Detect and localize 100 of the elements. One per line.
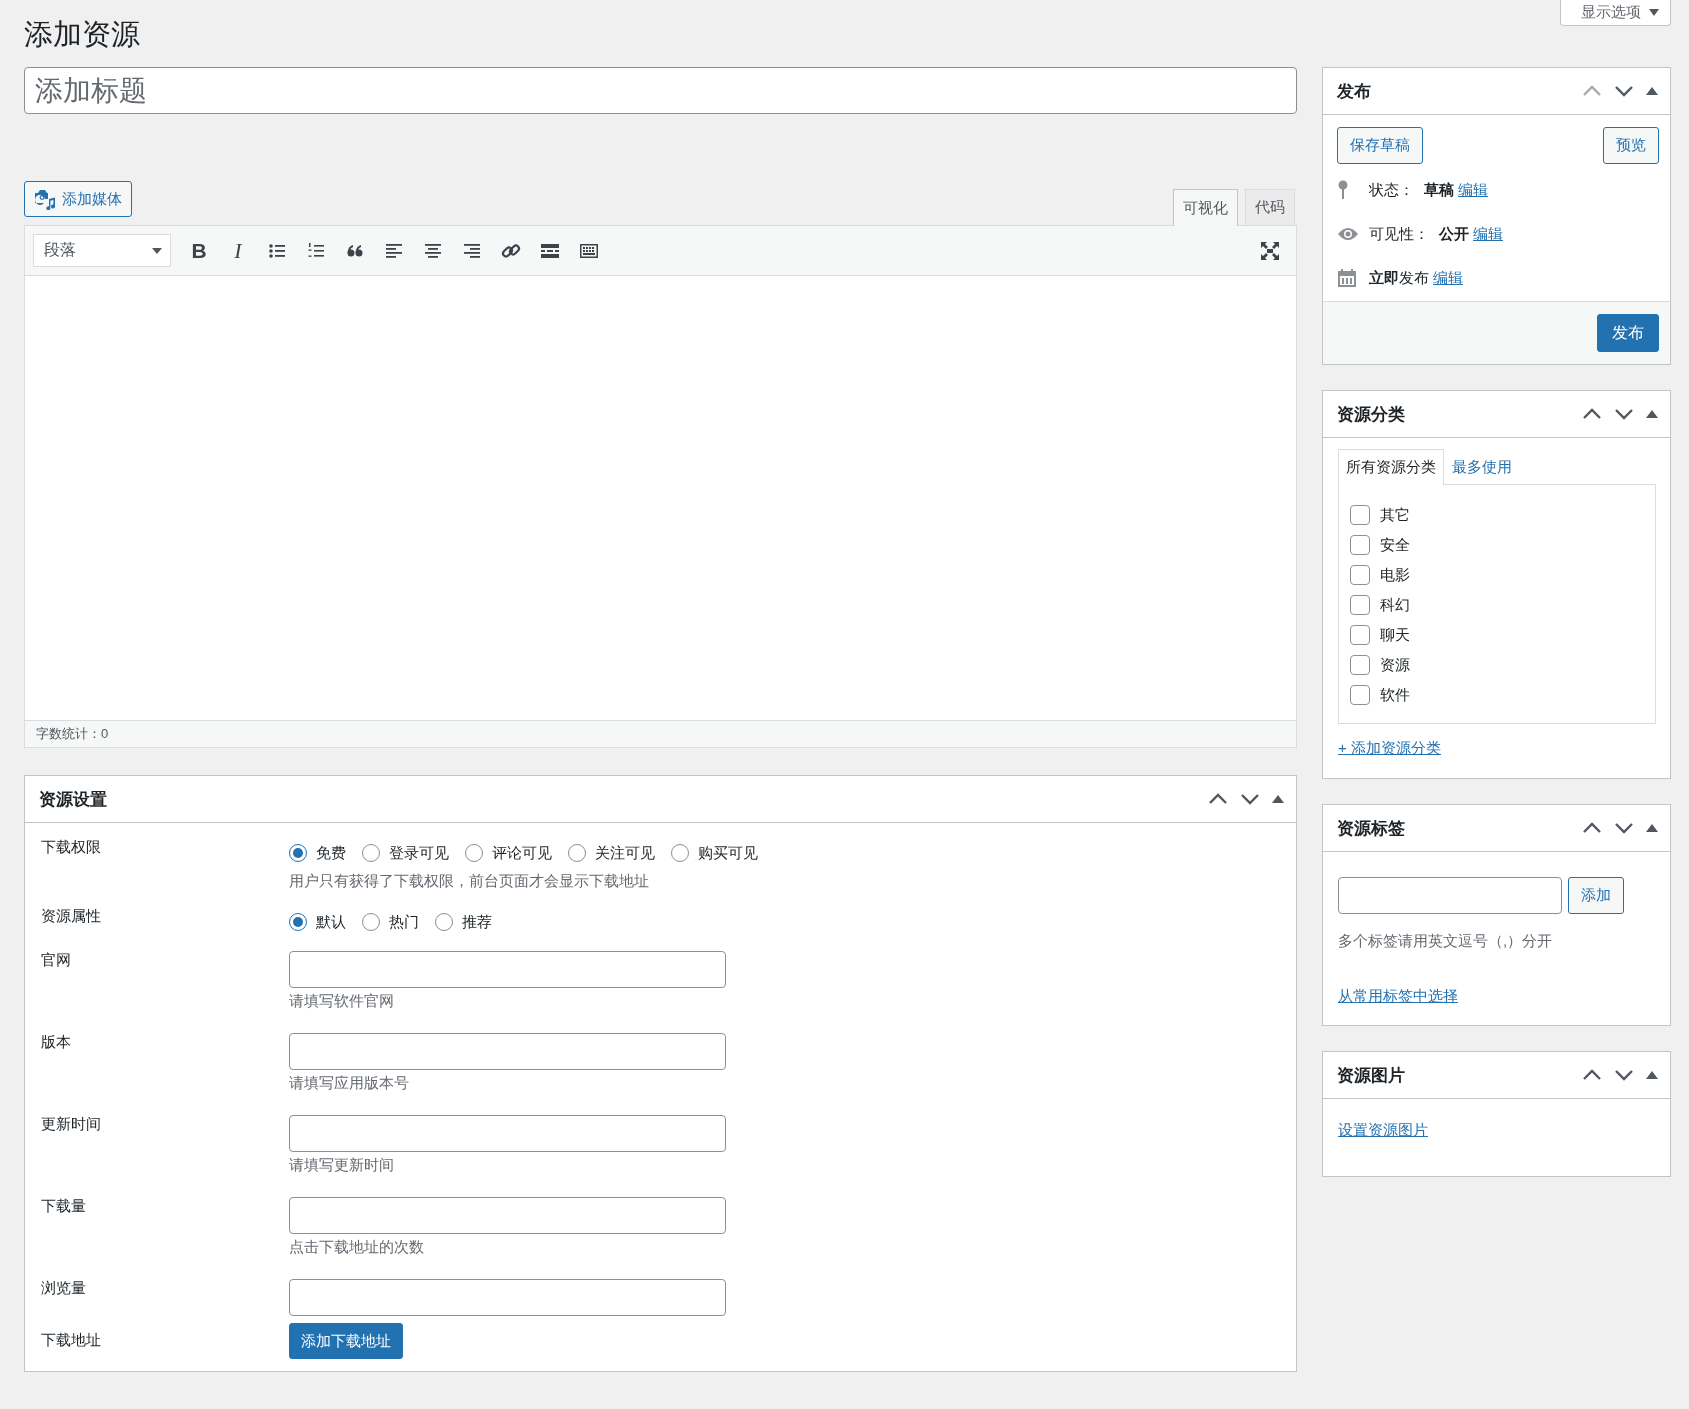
radio-button[interactable] [289, 913, 307, 931]
tag-field[interactable] [1338, 877, 1562, 914]
checkbox[interactable] [1350, 595, 1370, 615]
text-field[interactable] [289, 1197, 726, 1234]
edit-link[interactable]: 编辑 [1433, 268, 1463, 288]
field-description: 请填写更新时间 [289, 1156, 395, 1175]
triangle-up-icon[interactable] [1646, 410, 1658, 418]
checkbox[interactable] [1350, 655, 1370, 675]
meta-label: 立即发布 [1369, 268, 1429, 288]
category-label: 电影 [1380, 565, 1410, 585]
radio-label: 推荐 [462, 912, 492, 932]
chevron-up-icon[interactable] [1582, 1069, 1602, 1081]
chevron-up-icon[interactable] [1582, 408, 1602, 420]
meta-value: 公开 [1439, 224, 1469, 244]
field-label: 下载量 [41, 1196, 87, 1216]
field-label: 下载地址 [41, 1330, 102, 1350]
checkbox[interactable] [1350, 685, 1370, 705]
dropdown-arrow-icon [1649, 9, 1659, 16]
box-title: 资源图片 [1337, 1064, 1406, 1087]
edit-link[interactable]: 编辑 [1473, 224, 1503, 244]
category-tab[interactable]: 所有资源分类 [1338, 449, 1444, 485]
meta-label: 状态： [1369, 180, 1414, 200]
radio-label: 评论可见 [492, 843, 552, 863]
add-category-link[interactable]: + 添加资源分类 [1338, 739, 1441, 758]
chevron-down-icon[interactable] [1614, 822, 1634, 834]
word-count: 字数统计：0 [25, 721, 1296, 747]
chevron-down-icon[interactable] [1240, 793, 1260, 805]
pin-icon [1337, 180, 1349, 200]
field-description: 点击下载地址的次数 [289, 1238, 425, 1257]
add-media-button[interactable]: 添加媒体 [24, 181, 132, 217]
field-label: 资源属性 [41, 906, 102, 926]
eye-icon [1337, 227, 1359, 241]
choose-tags-link[interactable]: 从常用标签中选择 [1338, 987, 1458, 1004]
text-field[interactable] [289, 1279, 726, 1316]
field-description: 请填写软件官网 [289, 992, 395, 1011]
category-label: 聊天 [1380, 625, 1410, 645]
field-description: 请填写应用版本号 [289, 1074, 410, 1093]
radio-button[interactable] [289, 844, 307, 862]
field-label: 版本 [41, 1032, 72, 1052]
checkbox[interactable] [1350, 535, 1370, 555]
editor-tab[interactable]: 可视化 [1173, 189, 1238, 226]
publish-button[interactable]: 发布 [1597, 314, 1659, 352]
triangle-up-icon[interactable] [1646, 1071, 1658, 1079]
radio-label: 热门 [389, 912, 419, 932]
tag-hint: 多个标签请用英文逗号（,）分开 [1338, 932, 1554, 951]
text-field[interactable] [289, 951, 726, 988]
checkbox[interactable] [1350, 505, 1370, 525]
radio-button[interactable] [362, 844, 380, 862]
editor-tab[interactable]: 代码 [1245, 189, 1295, 225]
radio-button[interactable] [671, 844, 689, 862]
radio-label: 登录可见 [389, 843, 449, 863]
page-title: 添加资源 [24, 17, 141, 52]
triangle-up-icon[interactable] [1646, 87, 1658, 95]
italic-button[interactable]: I [220, 232, 256, 269]
dropdown-arrow-icon [152, 247, 162, 254]
category-label: 资源 [1380, 655, 1410, 675]
save-draft-button[interactable]: 保存草稿 [1337, 127, 1423, 164]
preview-button[interactable]: 预览 [1603, 127, 1659, 164]
checkbox[interactable] [1350, 565, 1370, 585]
text-field[interactable] [289, 1033, 726, 1070]
chevron-down-icon[interactable] [1614, 85, 1634, 97]
edit-link[interactable]: 编辑 [1458, 180, 1488, 200]
radio-button[interactable] [362, 913, 380, 931]
radio-button[interactable] [568, 844, 586, 862]
box-title: 发布 [1337, 80, 1372, 103]
radio-label: 关注可见 [595, 843, 655, 863]
text-field[interactable] [289, 1115, 726, 1152]
category-label: 其它 [1380, 505, 1410, 525]
field-label: 更新时间 [41, 1114, 102, 1134]
screen-options-button[interactable]: 显示选项 [1560, 0, 1671, 26]
field-label: 下载权限 [41, 837, 102, 857]
chevron-down-icon[interactable] [1614, 1069, 1634, 1081]
field-description: 用户只有获得了下载权限，前台页面才会显示下载地址 [289, 872, 650, 891]
calendar-icon [1337, 268, 1357, 288]
box-title: 资源标签 [1337, 817, 1406, 840]
radio-button[interactable] [435, 913, 453, 931]
title-field[interactable]: 添加标题 [24, 67, 1297, 114]
category-label: 软件 [1380, 685, 1410, 705]
camera-music-icon [34, 188, 56, 210]
add-tag-button[interactable]: 添加 [1568, 877, 1624, 914]
triangle-up-icon[interactable] [1272, 795, 1284, 803]
radio-button[interactable] [465, 844, 483, 862]
format-select[interactable]: 段落 [33, 234, 171, 267]
meta-label: 可见性： [1369, 224, 1429, 244]
radio-label: 免费 [316, 843, 346, 863]
field-label: 官网 [41, 950, 72, 970]
checkbox[interactable] [1350, 625, 1370, 645]
triangle-up-icon[interactable] [1646, 824, 1658, 832]
field-label: 浏览量 [41, 1278, 87, 1298]
category-tab[interactable]: 最多使用 [1444, 449, 1520, 485]
box-title: 资源设置 [39, 788, 108, 811]
chevron-up-icon[interactable] [1582, 822, 1602, 834]
bold-button[interactable]: B [181, 232, 217, 269]
add-download-button[interactable]: 添加下载地址 [289, 1323, 403, 1359]
chevron-up-icon[interactable] [1208, 793, 1228, 805]
category-label: 安全 [1380, 535, 1410, 555]
radio-label: 购买可见 [698, 843, 758, 863]
category-label: 科幻 [1380, 595, 1410, 615]
chevron-down-icon[interactable] [1614, 408, 1634, 420]
set-image-link[interactable]: 设置资源图片 [1338, 1121, 1428, 1138]
